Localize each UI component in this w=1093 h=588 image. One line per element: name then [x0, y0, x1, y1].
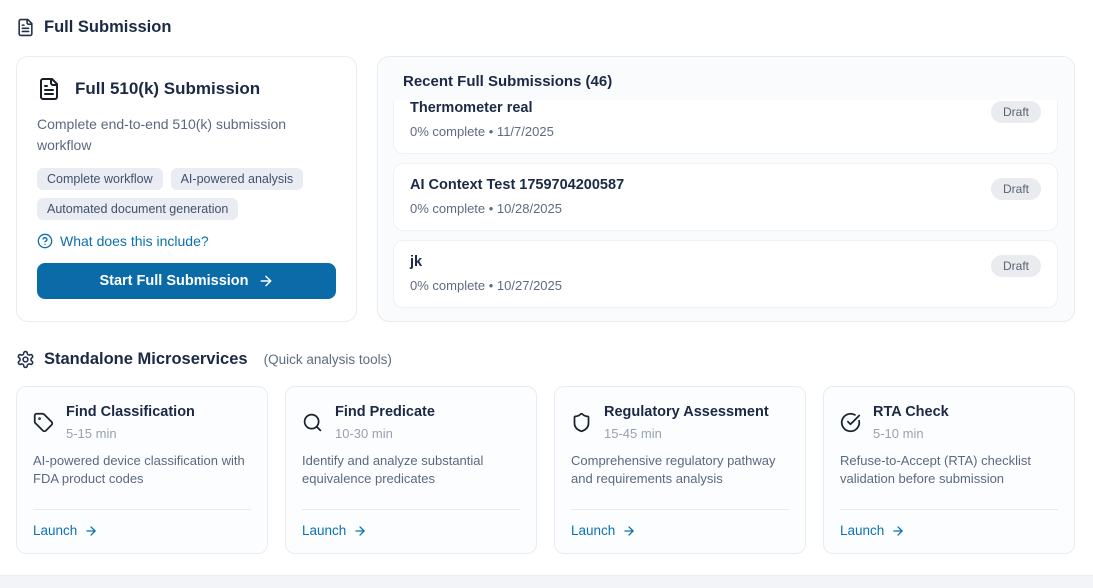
page-header: Full Submission — [16, 18, 1075, 37]
card-title: Find Classification — [66, 404, 195, 420]
card-header: Regulatory Assessment 15-45 min — [571, 404, 789, 441]
launch-find-classification-link[interactable]: Launch — [33, 523, 251, 538]
microservices-subtitle: (Quick analysis tools) — [264, 352, 392, 367]
file-text-icon — [16, 18, 35, 37]
launch-regulatory-assessment-link[interactable]: Launch — [571, 523, 789, 538]
file-text-icon — [37, 77, 61, 101]
tag-automated-doc-generation: Automated document generation — [37, 198, 238, 220]
launch-find-predicate-link[interactable]: Launch — [302, 523, 520, 538]
find-classification-card: Find Classification 5-15 min AI-powered … — [16, 386, 268, 554]
divider — [571, 509, 789, 510]
cta-label: Start Full Submission — [99, 273, 248, 289]
shield-icon — [571, 412, 592, 433]
full-card-tags: Complete workflow AI-powered analysis Au… — [37, 168, 336, 220]
tag-complete-workflow: Complete workflow — [37, 168, 163, 190]
arrow-right-icon — [84, 524, 98, 538]
submission-name: jk — [410, 254, 562, 270]
launch-label: Launch — [571, 523, 615, 538]
rta-check-card: RTA Check 5-10 min Refuse-to-Accept (RTA… — [823, 386, 1075, 554]
launch-label: Launch — [33, 523, 77, 538]
recent-item-text: jk 0% complete • 10/27/2025 — [410, 254, 562, 293]
microservices-section-header: Standalone Microservices (Quick analysis… — [16, 350, 1075, 369]
divider — [840, 509, 1058, 510]
card-header-text: Regulatory Assessment 15-45 min — [604, 404, 769, 441]
recent-submissions-title: Recent Full Submissions (46) — [393, 73, 1058, 90]
recent-submissions-list[interactable]: Thermometer real 0% complete • 11/7/2025… — [393, 100, 1058, 310]
submission-meta: 0% complete • 10/28/2025 — [410, 201, 624, 216]
card-header: Find Classification 5-15 min — [33, 404, 251, 441]
card-description: Refuse-to-Accept (RTA) checklist validat… — [840, 452, 1058, 501]
page-title: Full Submission — [44, 18, 171, 37]
submission-meta: 0% complete • 11/7/2025 — [410, 124, 554, 139]
tag-ai-powered-analysis: AI-powered analysis — [171, 168, 304, 190]
recent-item-text: AI Context Test 1759704200587 0% complet… — [410, 177, 624, 216]
recent-submission-row[interactable]: jk 0% complete • 10/27/2025 Draft — [393, 240, 1058, 308]
arrow-right-icon — [353, 524, 367, 538]
check-circle-icon — [840, 412, 861, 433]
top-row: Full 510(k) Submission Complete end-to-e… — [16, 56, 1075, 322]
arrow-right-icon — [622, 524, 636, 538]
tag-icon — [33, 412, 54, 433]
help-link-label: What does this include? — [60, 233, 209, 249]
card-description: Identify and analyze substantial equival… — [302, 452, 520, 501]
full-card-title: Full 510(k) Submission — [75, 79, 260, 99]
what-does-this-include-link[interactable]: What does this include? — [37, 233, 209, 249]
full-card-description: Complete end-to-end 510(k) submission wo… — [37, 114, 336, 155]
card-header-text: Find Predicate 10-30 min — [335, 404, 435, 441]
regulatory-assessment-card: Regulatory Assessment 15-45 min Comprehe… — [554, 386, 806, 554]
search-icon — [302, 412, 323, 433]
find-predicate-card: Find Predicate 10-30 min Identify and an… — [285, 386, 537, 554]
launch-rta-check-link[interactable]: Launch — [840, 523, 1058, 538]
submission-name: AI Context Test 1759704200587 — [410, 177, 624, 193]
help-circle-icon — [37, 233, 53, 249]
status-badge: Draft — [991, 178, 1041, 200]
card-header: Find Predicate 10-30 min — [302, 404, 520, 441]
gear-icon — [16, 350, 35, 369]
next-section-edge — [0, 575, 1093, 588]
submission-name: Thermometer real — [410, 100, 554, 116]
recent-submission-row[interactable]: Thermometer real 0% complete • 11/7/2025… — [393, 100, 1058, 154]
card-title: Find Predicate — [335, 404, 435, 420]
recent-submission-row[interactable]: AI Context Test 1759704200587 0% complet… — [393, 163, 1058, 231]
launch-label: Launch — [840, 523, 884, 538]
divider — [33, 509, 251, 510]
card-duration: 10-30 min — [335, 426, 435, 441]
card-header: RTA Check 5-10 min — [840, 404, 1058, 441]
arrow-right-icon — [258, 273, 274, 289]
card-description: AI-powered device classification with FD… — [33, 452, 251, 501]
card-duration: 5-15 min — [66, 426, 195, 441]
submission-meta: 0% complete • 10/27/2025 — [410, 278, 562, 293]
card-title: Regulatory Assessment — [604, 404, 769, 420]
card-header-text: Find Classification 5-15 min — [66, 404, 195, 441]
full-submission-card: Full 510(k) Submission Complete end-to-e… — [16, 56, 357, 322]
card-header-text: RTA Check 5-10 min — [873, 404, 949, 441]
card-title: RTA Check — [873, 404, 949, 420]
microservices-row: Find Classification 5-15 min AI-powered … — [16, 386, 1075, 554]
full-card-header: Full 510(k) Submission — [37, 77, 336, 101]
card-duration: 5-10 min — [873, 426, 949, 441]
status-badge: Draft — [991, 101, 1041, 123]
status-badge: Draft — [991, 255, 1041, 277]
card-duration: 15-45 min — [604, 426, 769, 441]
microservices-title: Standalone Microservices — [44, 350, 248, 369]
launch-label: Launch — [302, 523, 346, 538]
arrow-right-icon — [891, 524, 905, 538]
recent-item-text: Thermometer real 0% complete • 11/7/2025 — [410, 100, 554, 139]
recent-submissions-panel: Recent Full Submissions (46) Thermometer… — [377, 56, 1075, 322]
start-full-submission-button[interactable]: Start Full Submission — [37, 263, 336, 299]
card-description: Comprehensive regulatory pathway and req… — [571, 452, 789, 501]
page: Full Submission Full 510(k) Submission C… — [0, 0, 1093, 554]
divider — [302, 509, 520, 510]
